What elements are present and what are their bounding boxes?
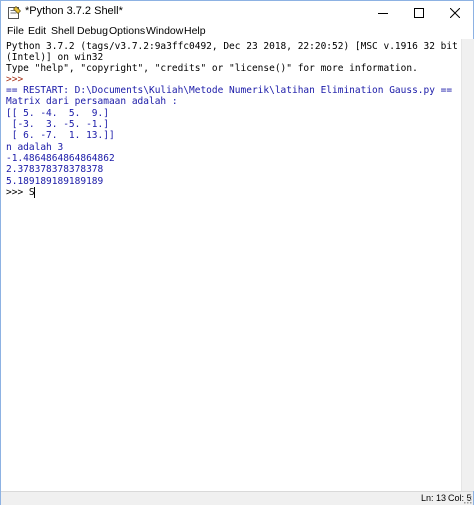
menu-file[interactable]: File: [7, 25, 24, 37]
menu-help[interactable]: Help: [184, 25, 206, 37]
shell-output-line: -1.4864864864864862: [6, 153, 115, 164]
menu-window[interactable]: Window: [146, 25, 183, 37]
shell-line-platform: (Intel)] on win32: [6, 52, 104, 63]
shell-output-line: 2.378378378378378: [6, 164, 104, 175]
maximize-icon: [414, 7, 424, 18]
title-bar[interactable]: *Python 3.7.2 Shell*: [1, 1, 473, 24]
close-button[interactable]: [437, 1, 473, 24]
shell-output-line: Matrix dari persamaan adalah :: [6, 96, 178, 107]
text-cursor: [34, 187, 35, 198]
menu-bar: File Edit Shell Debug Options Window Hel…: [1, 24, 473, 39]
shell-output-line: [[ 5. -4. 5. 9.]: [6, 108, 109, 119]
shell-text-area[interactable]: Python 3.7.2 (tags/v3.7.2:9a3ffc0492, De…: [1, 39, 461, 491]
menu-debug[interactable]: Debug: [77, 25, 108, 37]
status-bar: Ln: 13 Col: 5: [1, 491, 473, 505]
resize-grip-icon[interactable]: [464, 496, 472, 504]
maximize-button[interactable]: [401, 1, 437, 24]
close-icon: [450, 7, 460, 18]
idle-shell-window: *Python 3.7.2 Shell* File Edit Shell Deb…: [0, 0, 474, 505]
shell-prompt: >>>: [6, 74, 29, 85]
shell-output-line: 5.189189189189189: [6, 176, 104, 187]
shell-input-line[interactable]: >>> S: [6, 187, 35, 198]
window-title: *Python 3.7.2 Shell*: [25, 5, 123, 17]
shell-output-line: [-3. 3. -5. -1.]: [6, 119, 109, 130]
menu-options[interactable]: Options: [109, 25, 145, 37]
shell-restart-line: == RESTART: D:\Documents\Kuliah\Metode N…: [6, 85, 453, 96]
shell-output-line: [ 6. -7. 1. 13.]]: [6, 130, 115, 141]
menu-shell[interactable]: Shell: [51, 25, 74, 37]
menu-edit[interactable]: Edit: [28, 25, 46, 37]
status-line-number: Ln: 13: [421, 493, 447, 503]
shell-output-line: n adalah 3: [6, 142, 64, 153]
minimize-icon: [378, 12, 388, 14]
minimize-button[interactable]: [365, 1, 401, 24]
shell-line-help-hint: Type "help", "copyright", "credits" or "…: [6, 63, 418, 74]
vertical-scrollbar[interactable]: [461, 39, 474, 491]
shell-line-version: Python 3.7.2 (tags/v3.7.2:9a3ffc0492, De…: [6, 41, 458, 52]
python-idle-icon: [8, 6, 21, 19]
